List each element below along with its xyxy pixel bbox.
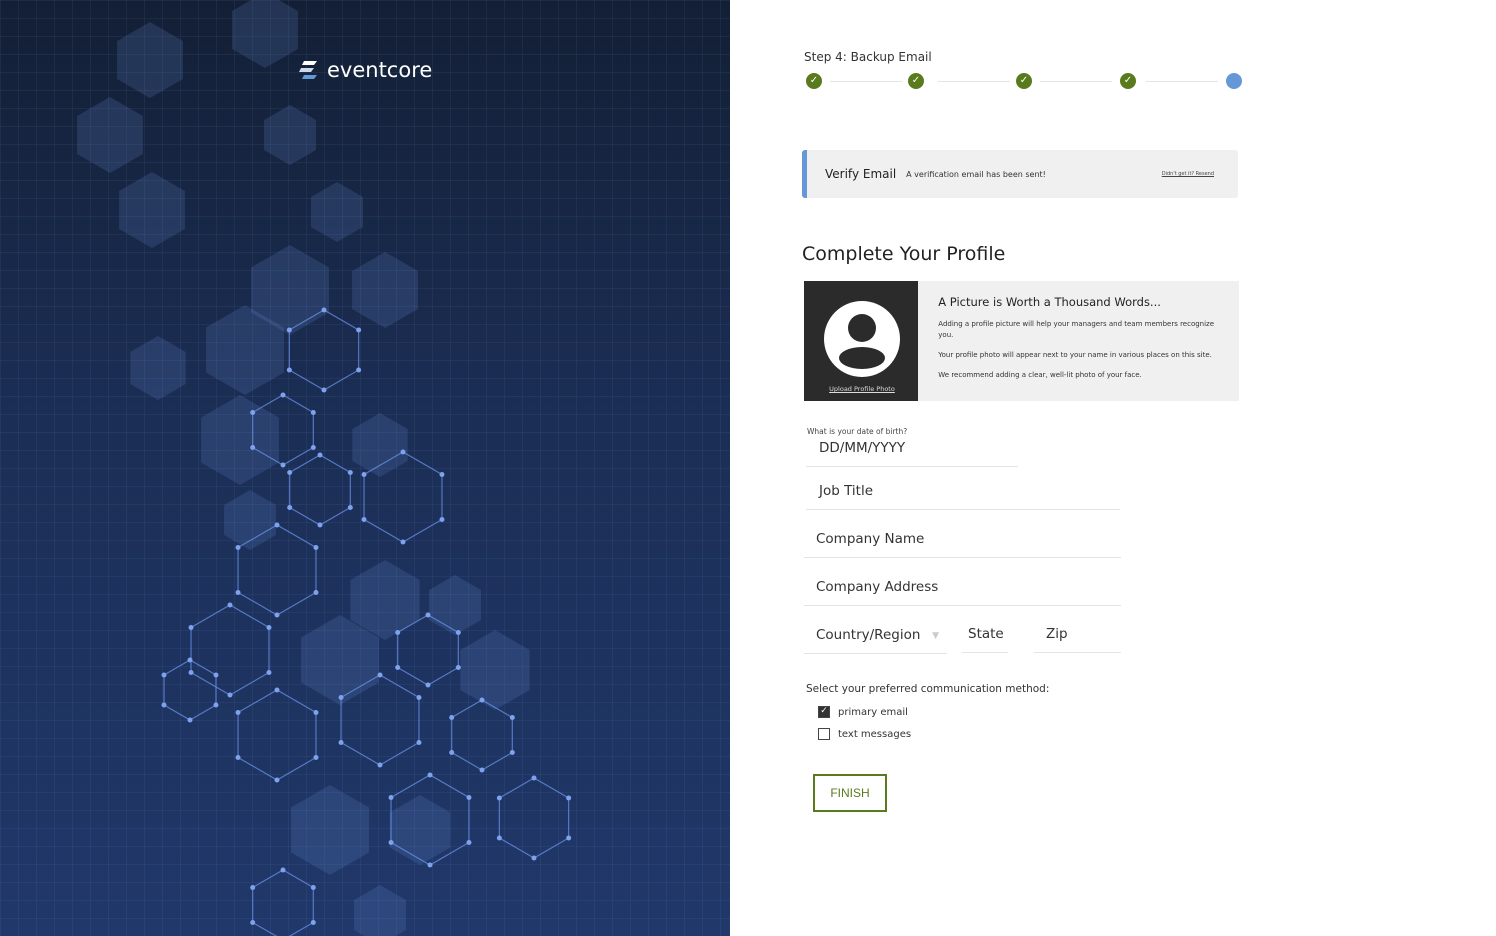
profile-photo-card: Upload Profile Photo A Picture is Worth …: [804, 281, 1239, 401]
banner-title: Verify Email: [825, 167, 897, 181]
verify-email-banner: Verify Email A verification email has be…: [802, 150, 1238, 198]
step-1-complete-icon: ✓: [806, 73, 822, 89]
hexagon: [460, 630, 530, 710]
hexagon: [498, 777, 570, 859]
company-name-input[interactable]: Company Name: [804, 531, 1121, 558]
avatar-placeholder-icon: [824, 301, 900, 377]
option-label: text messages: [838, 729, 912, 740]
hexagon: [77, 97, 143, 173]
option-label: primary email: [838, 707, 908, 718]
step-5-current-icon: [1226, 73, 1242, 89]
hexagon: [451, 699, 513, 771]
communication-label: Select your preferred communication meth…: [806, 683, 1050, 695]
hexagon: [252, 869, 314, 936]
progress-stepper: ✓ ✓ ✓ ✓: [806, 73, 1242, 89]
profile-form-panel: Step 4: Backup Email ✓ ✓ ✓ ✓ Verify Emai…: [730, 0, 1496, 936]
card-text: We recommend adding a clear, well-lit ph…: [938, 371, 1142, 379]
card-text: Your profile photo will appear next to y…: [938, 351, 1212, 359]
country-value: Country/Region: [816, 627, 921, 643]
hexagon: [201, 395, 279, 485]
eventcore-logo: eventcore: [298, 58, 432, 82]
option-text-messages[interactable]: text messages: [818, 728, 911, 740]
page-title: Complete Your Profile: [802, 243, 1006, 265]
state-input[interactable]: State: [962, 626, 1008, 653]
hexagon: [119, 172, 185, 248]
card-text: Adding a profile picture will help your …: [938, 320, 1215, 339]
brand-panel: eventcore: [0, 0, 730, 936]
hexagon: [389, 795, 451, 865]
hexagon: [117, 22, 183, 98]
card-heading: A Picture is Worth a Thousand Words...: [938, 295, 1161, 309]
hexagon: [352, 252, 418, 328]
hexagon: [354, 885, 406, 936]
hexagon: [352, 413, 408, 477]
photo-upload-area[interactable]: Upload Profile Photo: [804, 281, 920, 401]
hexagon: [163, 659, 217, 721]
hexagon: [429, 575, 481, 635]
hexagon: [289, 454, 351, 526]
dob-input[interactable]: DD/MM/YYYY: [806, 440, 1018, 467]
resend-link[interactable]: Didn't get it? Resend: [1162, 171, 1214, 177]
banner-message: A verification email has been sent!: [906, 169, 1046, 179]
checkbox-checked-icon[interactable]: ✓: [818, 706, 830, 718]
chevron-down-icon: ▼: [932, 631, 939, 641]
zip-input[interactable]: Zip: [1034, 626, 1121, 653]
country-select[interactable]: Country/Region ▼: [804, 627, 947, 654]
hexagon: [311, 182, 363, 242]
checkbox-unchecked-icon[interactable]: [818, 728, 830, 740]
company-address-input[interactable]: Company Address: [804, 579, 1121, 606]
logo-icon: [299, 61, 317, 79]
brand-name: eventcore: [327, 58, 433, 82]
hexagon: [232, 0, 298, 68]
job-title-input[interactable]: Job Title: [806, 483, 1120, 510]
finish-button[interactable]: FINISH: [813, 774, 887, 812]
upload-photo-link[interactable]: Upload Profile Photo: [804, 385, 920, 393]
hexagon-pattern: [77, 0, 572, 936]
hexagon: [130, 336, 186, 400]
hexagon: [291, 785, 369, 875]
dob-label: What is your date of birth?: [807, 427, 908, 436]
hexagon: [237, 689, 317, 781]
option-primary-email[interactable]: ✓ primary email: [818, 706, 908, 718]
hexagon: [190, 604, 270, 696]
hexagon: [264, 105, 316, 165]
step-2-complete-icon: ✓: [908, 73, 924, 89]
step-3-complete-icon: ✓: [1016, 73, 1032, 89]
step-4-complete-icon: ✓: [1120, 73, 1136, 89]
step-label: Step 4: Backup Email: [804, 50, 932, 64]
